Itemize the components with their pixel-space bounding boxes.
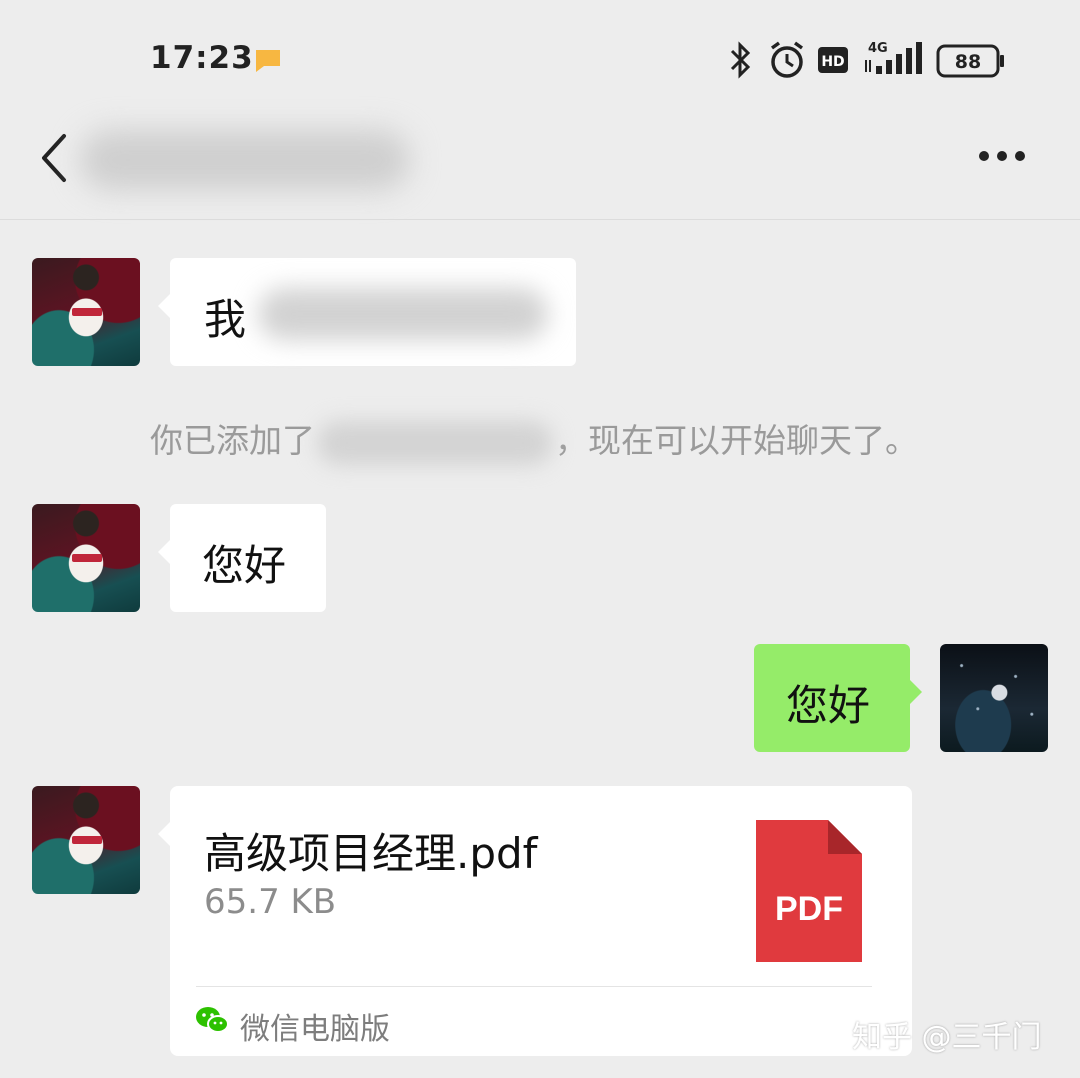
- redacted-text: [258, 288, 548, 340]
- message-text: 您好: [202, 541, 287, 590]
- chevron-left-icon[interactable]: [36, 132, 72, 184]
- signal-icon: 4G: [865, 41, 922, 74]
- contact-name-redacted: [80, 130, 410, 190]
- clock: 17:23: [150, 40, 254, 76]
- redacted-text: [317, 420, 553, 465]
- file-size: 65.7 KB: [204, 882, 337, 922]
- wechat-icon: [196, 1007, 229, 1033]
- contact-avatar[interactable]: [32, 786, 140, 894]
- file-message-card[interactable]: 高级项目经理.pdf 65.7 KB PDF 微信电脑版: [158, 786, 912, 1056]
- message-bubble-outgoing[interactable]: 您好: [754, 644, 922, 752]
- message-text: 我: [204, 295, 247, 344]
- status-bar: 17:23 HD 4G 88: [0, 0, 1080, 110]
- svg-text:4G: 4G: [868, 41, 888, 56]
- hd-icon: HD: [818, 47, 848, 73]
- svg-text:88: 88: [955, 51, 981, 73]
- message-text: 您好: [786, 681, 871, 730]
- pdf-file-icon: PDF: [756, 820, 862, 962]
- file-name: 高级项目经理.pdf: [204, 829, 538, 878]
- alarm-icon: [770, 41, 804, 78]
- bluetooth-icon: [730, 41, 751, 79]
- contact-avatar[interactable]: [32, 504, 140, 612]
- more-icon[interactable]: [976, 144, 1028, 168]
- message-bubble-incoming[interactable]: 您好: [158, 504, 326, 612]
- system-notice: 你已添加了 ，现在可以开始聊天了。: [150, 414, 918, 465]
- my-avatar[interactable]: [940, 644, 1048, 752]
- contact-avatar[interactable]: [32, 258, 140, 366]
- system-notice-suffix: ，现在可以开始聊天了。: [555, 421, 918, 460]
- divider: [196, 986, 872, 987]
- battery-icon: 88: [936, 44, 1004, 78]
- svg-text:HD: HD: [821, 54, 844, 70]
- system-notice-prefix: 你已添加了: [150, 421, 315, 460]
- message-bubble-incoming[interactable]: 我: [158, 258, 576, 366]
- chat-header: [0, 110, 1080, 220]
- file-source-label: 微信电脑版: [240, 1012, 390, 1047]
- watermark: 知乎 @三千门: [852, 1020, 1042, 1055]
- svg-text:PDF: PDF: [775, 890, 843, 928]
- notification-icon: [256, 50, 280, 72]
